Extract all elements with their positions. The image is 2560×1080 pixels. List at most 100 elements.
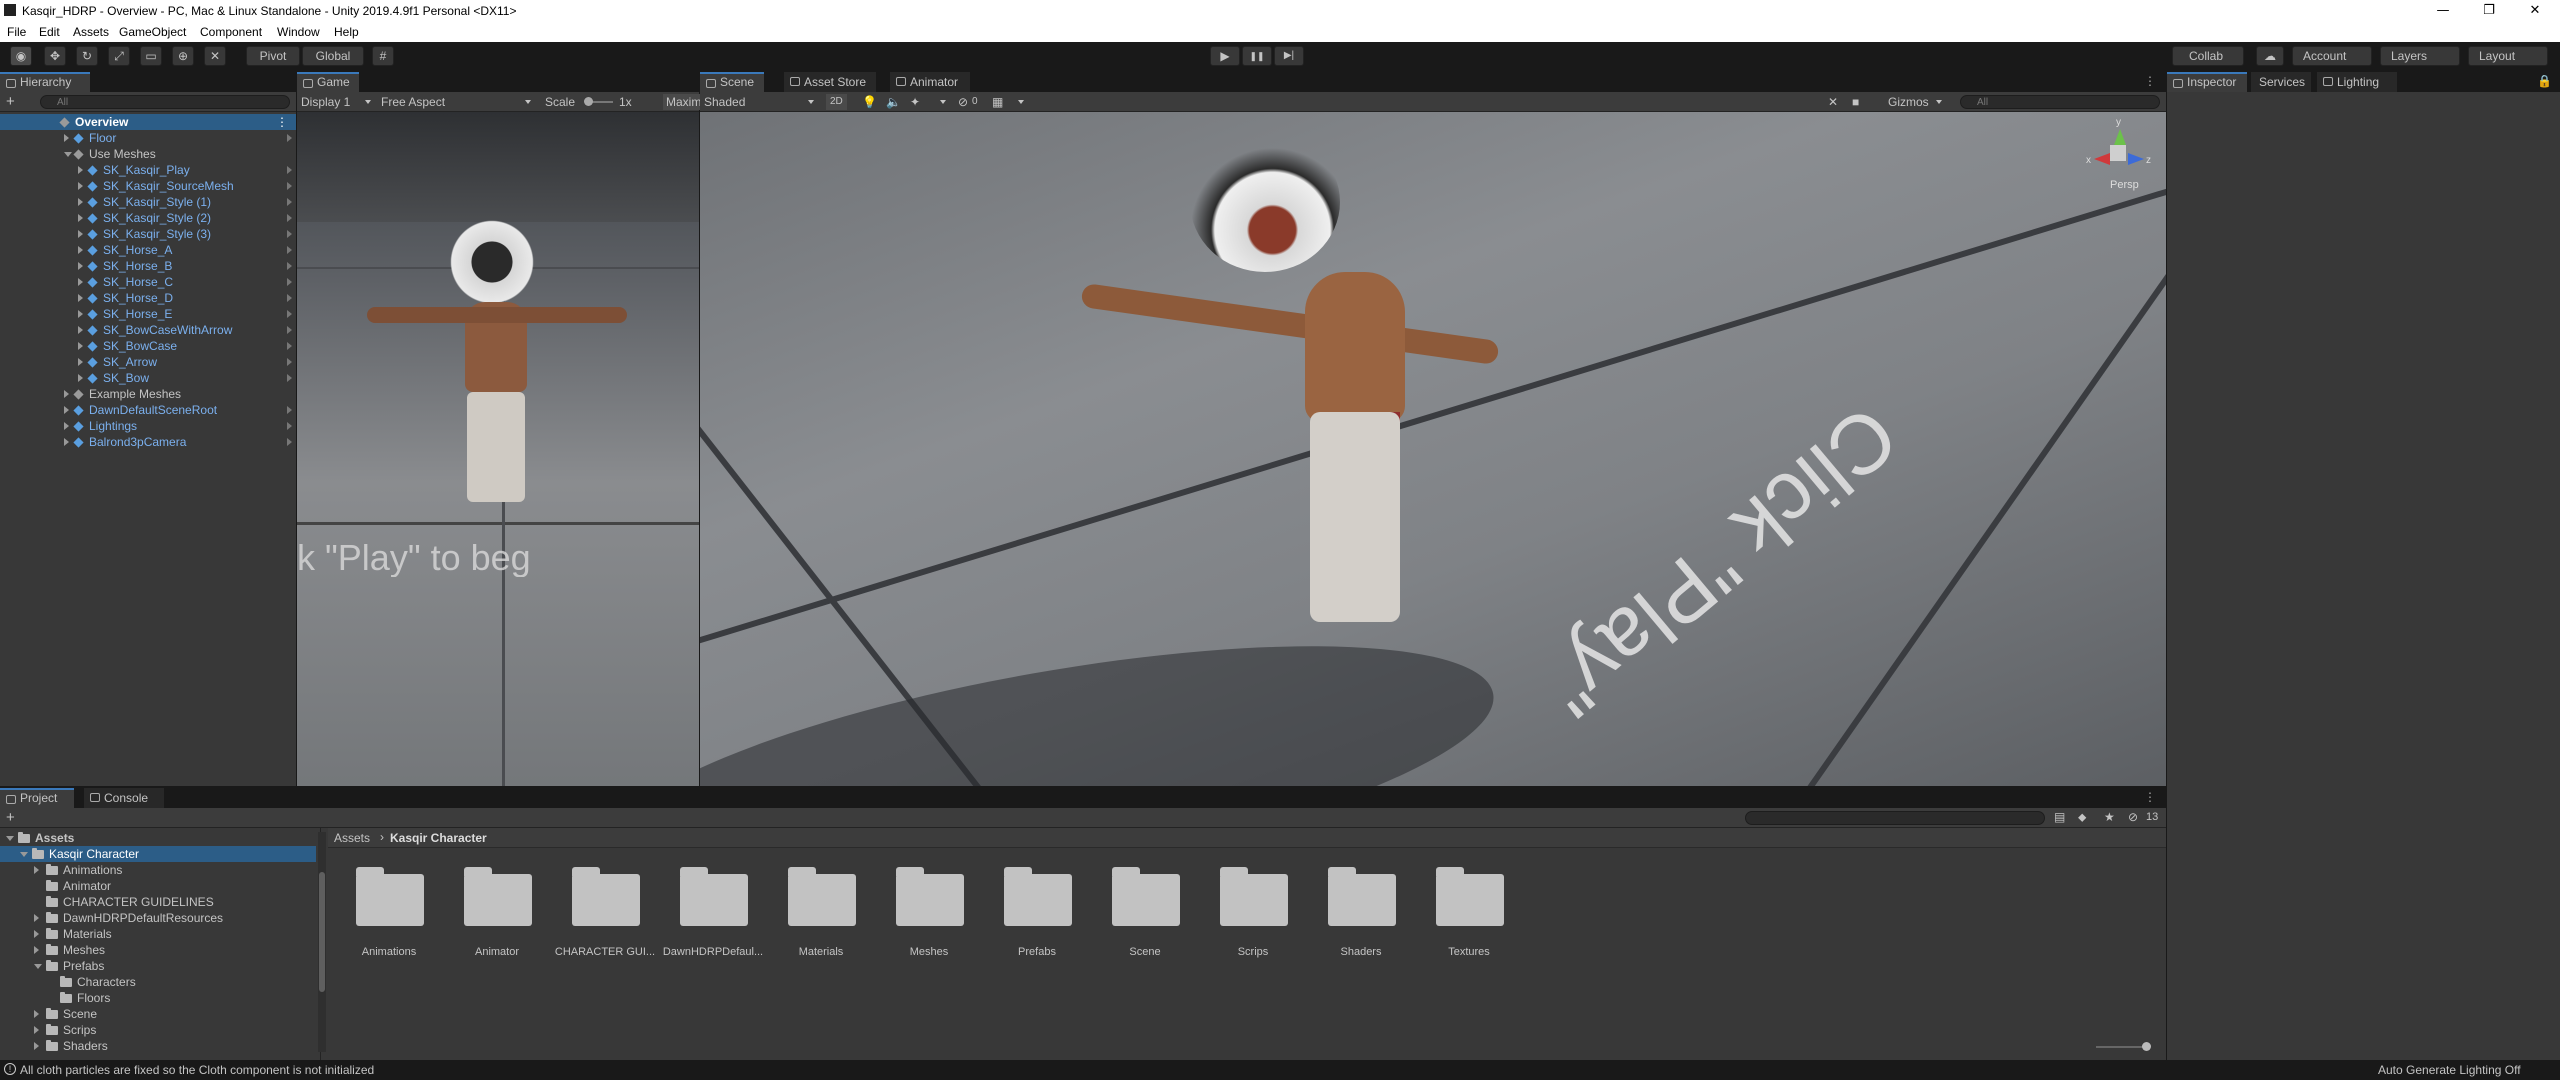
shading-dropdown[interactable]: Shaded: [704, 94, 745, 110]
camera-icon[interactable]: ■: [1852, 94, 1859, 110]
prefab-open-chevron-icon[interactable]: [287, 182, 292, 190]
toggle-2d-button[interactable]: 2D: [826, 94, 847, 110]
foldout-arrow-icon[interactable]: [34, 914, 39, 922]
prefab-open-chevron-icon[interactable]: [287, 278, 292, 286]
pause-button[interactable]: ❚❚: [1242, 46, 1272, 66]
folder-tile[interactable]: DawnHDRPDefaul...: [663, 866, 763, 958]
folder-tile[interactable]: Animator: [460, 866, 534, 958]
hierarchy-item[interactable]: SK_BowCaseWithArrow: [0, 322, 296, 338]
collab-dropdown[interactable]: Collab: [2172, 46, 2244, 66]
aspect-dropdown[interactable]: Free Aspect: [381, 94, 445, 110]
hierarchy-item[interactable]: SK_BowCase: [0, 338, 296, 354]
foldout-arrow-icon[interactable]: [78, 374, 83, 382]
maximize-button[interactable]: ❐: [2466, 0, 2512, 22]
create-plus-icon[interactable]: +: [6, 93, 15, 110]
tab-scene[interactable]: Scene: [700, 72, 764, 92]
project-menu-kebab-icon[interactable]: ⋮: [2144, 790, 2156, 804]
foldout-arrow-icon[interactable]: [78, 198, 83, 206]
foldout-arrow-icon[interactable]: [78, 182, 83, 190]
hierarchy-item[interactable]: SK_Horse_A: [0, 242, 296, 258]
transform-tool-icon[interactable]: ⊕: [172, 46, 194, 66]
prefab-open-chevron-icon[interactable]: [287, 342, 292, 350]
scale-slider-thumb[interactable]: [584, 97, 593, 106]
foldout-arrow-icon[interactable]: [78, 214, 83, 222]
scene-menu-kebab-icon[interactable]: ⋮: [276, 114, 288, 130]
tab-asset-store[interactable]: Asset Store: [784, 72, 876, 92]
gizmo-z-arrow-icon[interactable]: [2128, 153, 2144, 165]
tab-hierarchy[interactable]: Hierarchy: [0, 72, 90, 92]
view-tool-icon[interactable]: ◉: [10, 46, 32, 66]
search-by-type-icon[interactable]: ▤: [2054, 810, 2065, 824]
hierarchy-item[interactable]: SK_Kasqir_SourceMesh: [0, 178, 296, 194]
gizmos-dropdown[interactable]: Gizmos: [1888, 94, 1929, 110]
gizmo-center-icon[interactable]: [2110, 145, 2126, 161]
foldout-arrow-icon[interactable]: [34, 866, 39, 874]
prefab-open-chevron-icon[interactable]: [287, 166, 292, 174]
project-tree-folder[interactable]: Floors: [0, 990, 316, 1006]
prefab-open-chevron-icon[interactable]: [287, 246, 292, 254]
folder-tile[interactable]: Prefabs: [1000, 866, 1074, 958]
icon-size-slider-thumb[interactable]: [2142, 1042, 2151, 1051]
prefab-open-chevron-icon[interactable]: [287, 134, 292, 142]
project-tree-folder[interactable]: Shaders: [0, 1038, 316, 1054]
scene-menu-kebab-icon[interactable]: ⋮: [2144, 74, 2156, 88]
foldout-arrow-icon[interactable]: [78, 342, 83, 350]
hierarchy-item[interactable]: Use Meshes: [0, 146, 296, 162]
gizmo-y-arrow-icon[interactable]: [2114, 129, 2126, 145]
menu-gameobject[interactable]: GameObject: [119, 25, 186, 39]
project-tree-folder[interactable]: Characters: [0, 974, 316, 990]
prefab-open-chevron-icon[interactable]: [287, 262, 292, 270]
tab-services[interactable]: Services: [2251, 72, 2311, 92]
audio-toggle-icon[interactable]: 🔈: [886, 94, 901, 110]
folder-tile[interactable]: Animations: [352, 866, 426, 958]
prefab-open-chevron-icon[interactable]: [287, 326, 292, 334]
hierarchy-item[interactable]: DawnDefaultSceneRoot: [0, 402, 296, 418]
hierarchy-scene-root[interactable]: Overview ⋮: [0, 114, 296, 130]
hierarchy-item[interactable]: SK_Arrow: [0, 354, 296, 370]
foldout-arrow-icon[interactable]: [78, 294, 83, 302]
folder-tile[interactable]: Materials: [784, 866, 858, 958]
grid-toggle-icon[interactable]: ▦: [992, 94, 1003, 110]
hierarchy-item[interactable]: SK_Horse_D: [0, 290, 296, 306]
folder-tile[interactable]: Scrips: [1216, 866, 1290, 958]
tools-icon[interactable]: ✕: [1828, 94, 1838, 110]
folder-tile[interactable]: CHARACTER GUI...: [555, 866, 655, 958]
gizmo-x-arrow-icon[interactable]: [2094, 153, 2110, 165]
account-dropdown[interactable]: Account: [2292, 46, 2372, 66]
foldout-arrow-icon[interactable]: [20, 852, 28, 857]
effects-toggle-icon[interactable]: ✦: [910, 94, 920, 110]
foldout-arrow-icon[interactable]: [34, 964, 42, 969]
icon-size-slider[interactable]: [2096, 1046, 2148, 1048]
prefab-open-chevron-icon[interactable]: [287, 438, 292, 446]
maximize-on-play-toggle[interactable]: Maxim: [663, 94, 705, 110]
foldout-arrow-icon[interactable]: [64, 438, 69, 446]
tab-lighting[interactable]: Lighting: [2317, 72, 2397, 92]
hidden-packages-icon[interactable]: ⊘: [2128, 810, 2138, 824]
hierarchy-item[interactable]: SK_Kasqir_Style (1): [0, 194, 296, 210]
foldout-arrow-icon[interactable]: [78, 246, 83, 254]
search-by-label-icon[interactable]: ⬥: [2078, 810, 2086, 825]
menu-window[interactable]: Window: [277, 25, 320, 39]
prefab-open-chevron-icon[interactable]: [287, 198, 292, 206]
play-button[interactable]: ▶: [1210, 46, 1240, 66]
step-button[interactable]: ▶|: [1274, 46, 1304, 66]
project-tree-folder[interactable]: Scrips: [0, 1022, 316, 1038]
tab-game[interactable]: Game: [297, 72, 359, 92]
hierarchy-item[interactable]: SK_Horse_B: [0, 258, 296, 274]
foldout-arrow-icon[interactable]: [78, 166, 83, 174]
create-plus-icon[interactable]: +: [6, 809, 15, 826]
scene-viewport[interactable]: Click "Play" y x z Persp: [700, 112, 2166, 786]
tree-scrollbar[interactable]: [318, 832, 326, 1052]
favorite-star-icon[interactable]: ★: [2104, 810, 2115, 824]
hidden-objects-icon[interactable]: ⊘: [958, 94, 968, 110]
scale-tool-icon[interactable]: ⤢: [108, 46, 130, 66]
breadcrumb-assets[interactable]: Assets: [334, 831, 370, 845]
rect-tool-icon[interactable]: ▭: [140, 46, 162, 66]
rotate-tool-icon[interactable]: ↻: [76, 46, 98, 66]
foldout-arrow-icon[interactable]: [78, 278, 83, 286]
tab-project[interactable]: Project: [0, 788, 74, 808]
lighting-toggle-icon[interactable]: 💡: [862, 94, 877, 110]
minimize-button[interactable]: —: [2420, 0, 2466, 22]
foldout-arrow-icon[interactable]: [78, 230, 83, 238]
project-tree-folder[interactable]: Prefabs: [0, 958, 316, 974]
